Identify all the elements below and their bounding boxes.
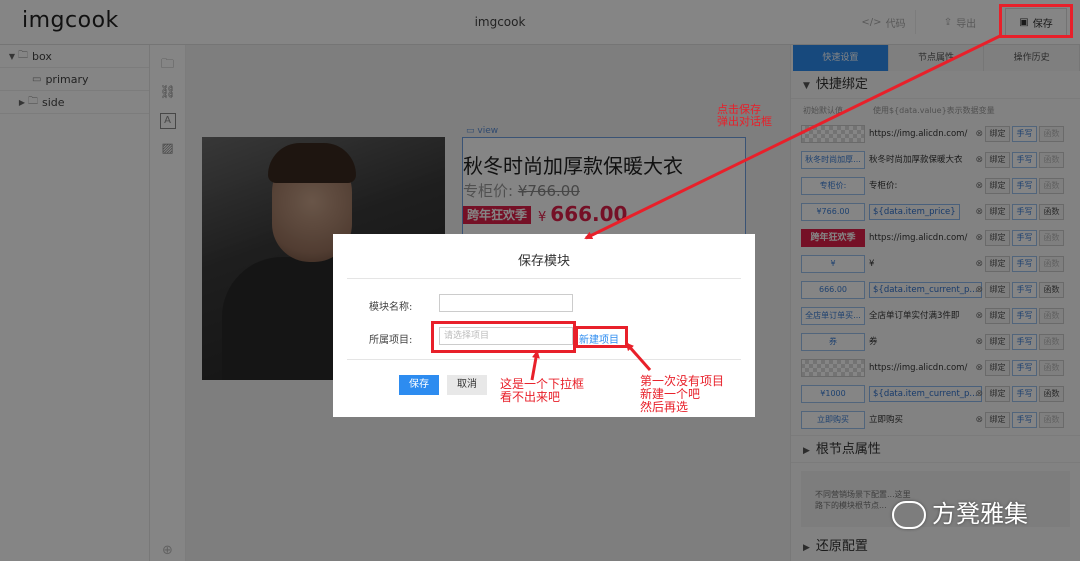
annotation-arrows — [530, 34, 1001, 381]
watermark-text: 方凳雅集 — [932, 500, 1028, 528]
dropdown-arrow — [530, 350, 540, 381]
save-arrow — [584, 34, 1001, 240]
wechat-icon — [892, 501, 926, 529]
new-project-arrow — [625, 342, 652, 371]
watermark: 方凳雅集 — [892, 494, 1028, 529]
